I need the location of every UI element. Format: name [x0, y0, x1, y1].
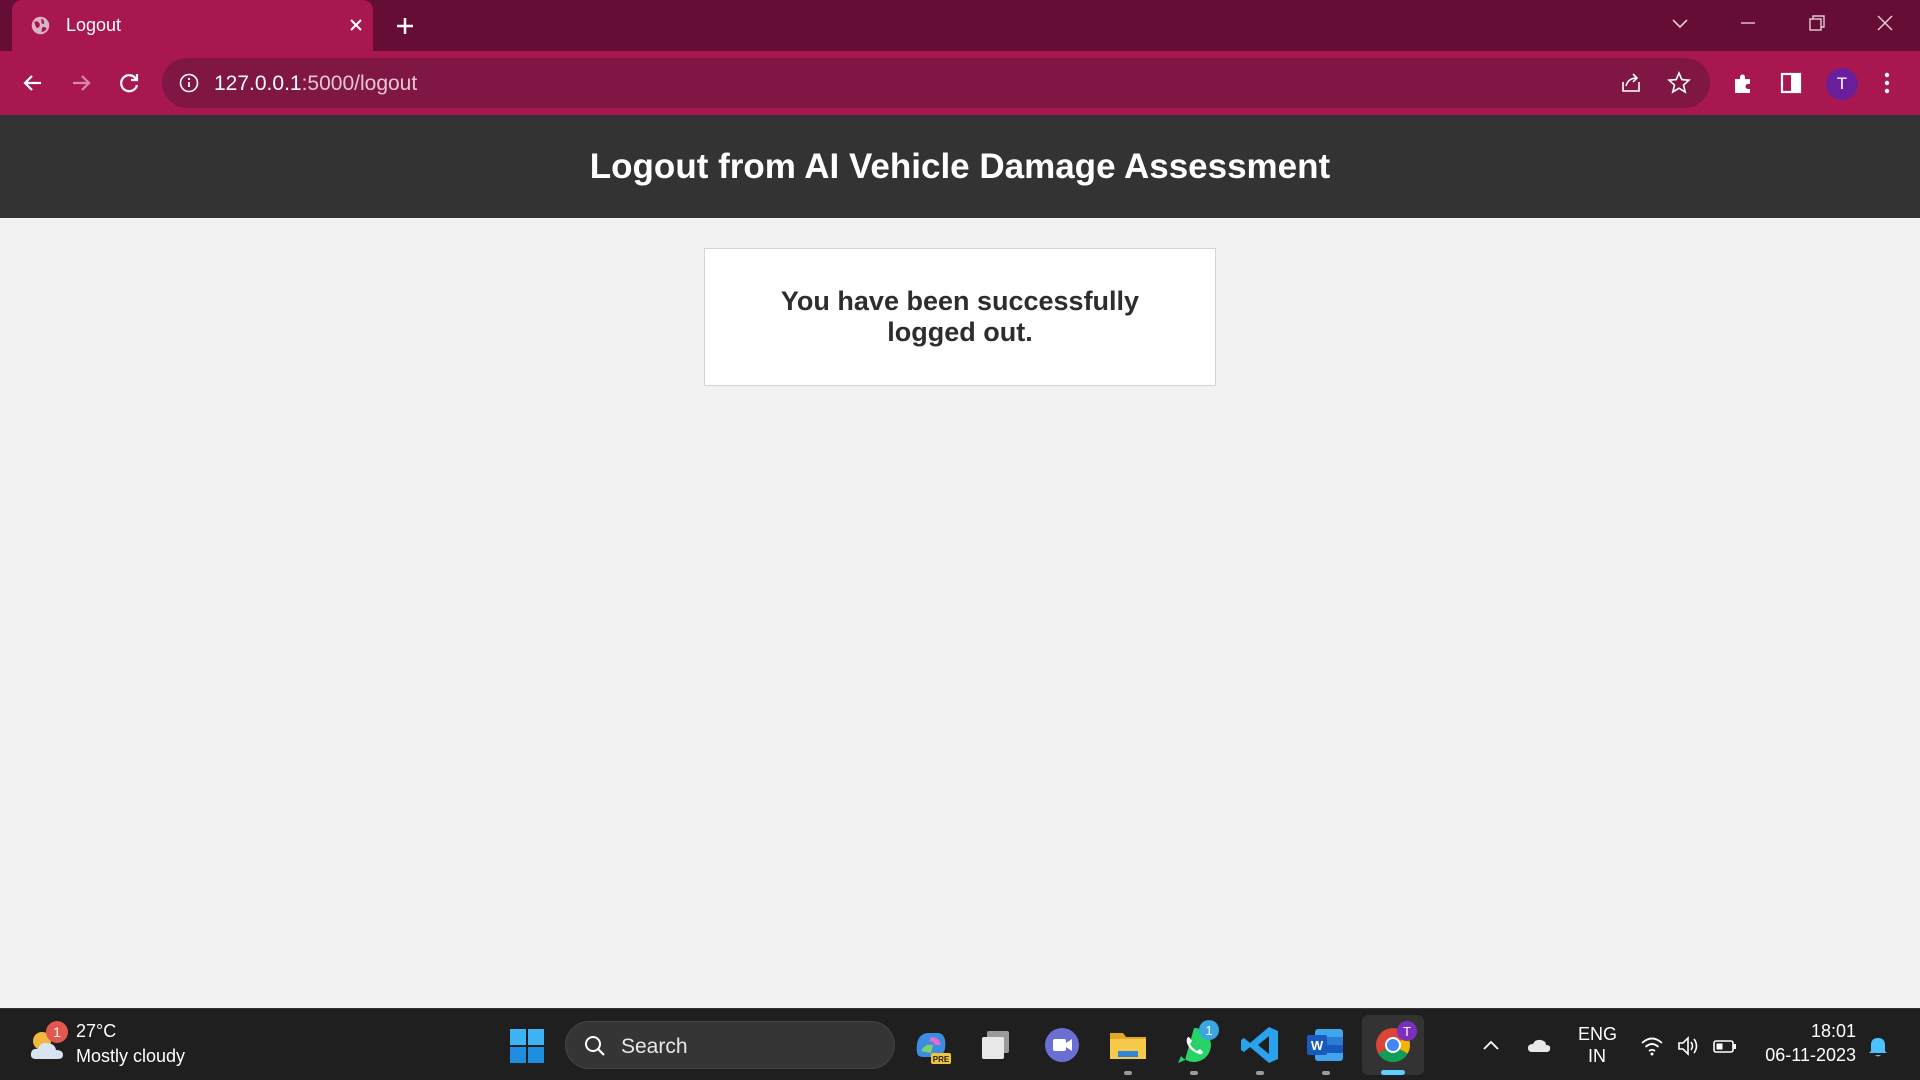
profile-avatar[interactable]: T	[1826, 68, 1858, 100]
clock-time: 18:01	[1810, 1021, 1856, 1041]
chrome-profile-badge: T	[1397, 1021, 1417, 1041]
url-host: 127.0.0.1	[214, 72, 302, 95]
new-tab-icon[interactable]	[392, 13, 418, 39]
language-code: ENG	[1578, 1024, 1618, 1044]
bookmark-star-icon[interactable]	[1666, 70, 1692, 96]
notification-bell-icon[interactable]	[1865, 1033, 1891, 1059]
weather-temperature: 27°C	[76, 1021, 117, 1041]
page-header: Logout from AI Vehicle Damage Assessment	[0, 115, 1920, 218]
more-menu-icon[interactable]	[1873, 69, 1901, 97]
restore-icon[interactable]	[1804, 10, 1830, 36]
vscode-running-dot	[1256, 1071, 1264, 1075]
share-icon[interactable]	[1618, 70, 1644, 96]
volume-icon[interactable]	[1676, 1033, 1702, 1059]
file-explorer-running-dot	[1124, 1071, 1132, 1075]
taskbar: 1 27°C Mostly cloudy Search PRE 1 W T EN…	[0, 1008, 1920, 1080]
whatsapp-running-dot	[1190, 1071, 1198, 1075]
globe-icon	[31, 16, 50, 35]
page-viewport: Logout from AI Vehicle Damage Assessment…	[0, 115, 1920, 1009]
clock-date: 06-11-2023	[1765, 1045, 1856, 1065]
search-placeholder: Search	[621, 1035, 688, 1058]
windows-start-icon[interactable]	[508, 1027, 546, 1065]
chevron-up-icon[interactable]	[1478, 1033, 1504, 1059]
logout-message-card: You have been successfully logged out.	[704, 248, 1216, 386]
svg-text:W: W	[1311, 1038, 1324, 1053]
tab-title: Logout	[66, 15, 122, 35]
side-panel-icon[interactable]	[1777, 69, 1805, 97]
address-bar[interactable]: 127.0.0.1:5000/logout	[162, 58, 1710, 108]
tab-strip: Logout	[0, 0, 1920, 51]
tab-search-chevron-icon[interactable]	[1667, 10, 1693, 36]
weather-alert-badge: 1	[46, 1021, 68, 1043]
battery-icon[interactable]	[1712, 1033, 1738, 1059]
address-url[interactable]: 127.0.0.1:5000/logout	[214, 72, 417, 96]
logout-message: You have been successfully logged out.	[780, 286, 1140, 347]
forward-arrow-icon[interactable]	[67, 69, 95, 97]
language-region: IN	[1588, 1046, 1606, 1066]
window-close-icon[interactable]	[1872, 10, 1898, 36]
close-icon[interactable]	[346, 15, 366, 35]
copilot-pre-label: PRE	[933, 1055, 950, 1064]
task-view-icon[interactable]	[975, 1023, 1019, 1067]
onedrive-cloud-icon[interactable]	[1526, 1033, 1552, 1059]
browser-toolbar: 127.0.0.1:5000/logout T	[0, 51, 1920, 115]
browser-window: Logout 127.0.0.1:5000/logout T Logout fr…	[0, 0, 1920, 1080]
tab-logout[interactable]: Logout	[12, 0, 373, 51]
search-icon	[585, 1036, 605, 1056]
back-arrow-icon[interactable]	[19, 69, 47, 97]
url-path: :5000/logout	[301, 72, 418, 95]
language-indicator[interactable]: ENG IN	[1578, 1023, 1618, 1067]
word-icon[interactable]: W	[1303, 1023, 1347, 1067]
reload-icon[interactable]	[115, 69, 143, 97]
whatsapp-notification-badge: 1	[1199, 1020, 1219, 1040]
wifi-icon[interactable]	[1639, 1033, 1665, 1059]
teams-chat-icon[interactable]	[1040, 1023, 1084, 1067]
extensions-puzzle-icon[interactable]	[1729, 69, 1757, 97]
file-explorer-icon[interactable]	[1106, 1023, 1150, 1067]
copilot-icon[interactable]: PRE	[909, 1023, 953, 1067]
weather-description: Mostly cloudy	[76, 1046, 186, 1066]
vscode-icon[interactable]	[1238, 1023, 1282, 1067]
minimize-icon[interactable]	[1735, 10, 1761, 36]
word-running-dot	[1322, 1071, 1330, 1075]
site-info-icon[interactable]	[178, 72, 200, 94]
page-title: Logout from AI Vehicle Damage Assessment	[589, 146, 1331, 186]
taskbar-search[interactable]: Search	[565, 1021, 895, 1069]
chrome-active-indicator	[1381, 1070, 1405, 1075]
